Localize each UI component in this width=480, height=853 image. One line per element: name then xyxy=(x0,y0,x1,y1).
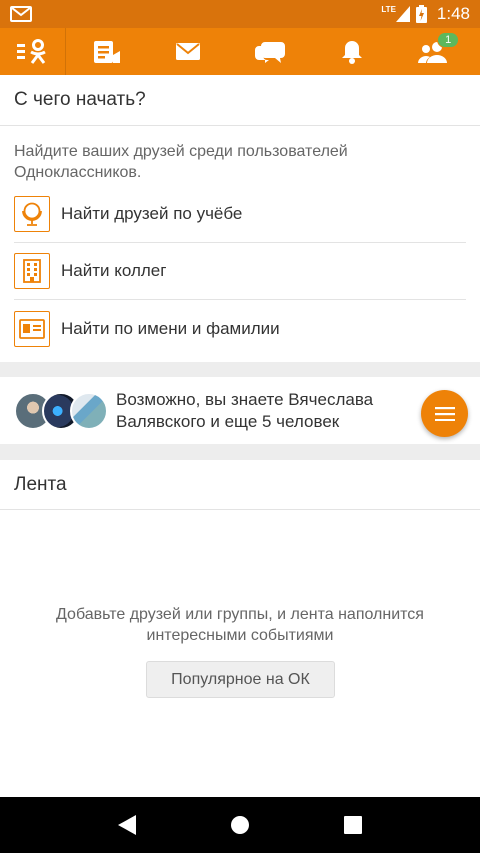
recents-button[interactable] xyxy=(333,805,373,845)
messages-button[interactable] xyxy=(164,28,212,75)
avatar xyxy=(70,391,108,430)
back-button[interactable] xyxy=(107,805,147,845)
section-divider xyxy=(0,444,480,460)
top-toolbar: 1 xyxy=(0,28,480,75)
popular-button[interactable]: Популярное на ОК xyxy=(146,661,335,698)
ok-logo-icon xyxy=(16,38,46,64)
start-description: Найдите ваших друзей среди пользователей… xyxy=(14,143,348,181)
section-title-start: С чего начать? xyxy=(0,75,480,126)
find-colleagues-label: Найти коллег xyxy=(61,261,167,280)
gmail-notification-icon xyxy=(10,6,32,22)
signal-icon xyxy=(395,6,410,22)
status-bar: LTE 1:48 xyxy=(0,0,480,28)
find-by-name-item[interactable]: Найти по имени и фамилии xyxy=(14,300,466,357)
find-by-name-label: Найти по имени и фамилии xyxy=(61,318,280,338)
id-card-icon xyxy=(14,310,50,347)
find-colleagues-item[interactable]: Найти коллег xyxy=(14,243,466,300)
suggested-avatars xyxy=(14,391,108,430)
battery-icon xyxy=(415,5,427,23)
home-icon xyxy=(230,816,249,834)
find-classmates-item[interactable]: Найти друзей по учёбе xyxy=(14,186,466,243)
notifications-button[interactable] xyxy=(328,28,376,75)
notification-badge: 1 xyxy=(437,32,460,48)
network-type: LTE xyxy=(381,4,396,14)
feed-icon xyxy=(93,40,120,63)
menu-fab-button[interactable] xyxy=(421,390,468,437)
hamburger-icon xyxy=(434,406,455,421)
discussions-button[interactable] xyxy=(246,28,294,75)
section-divider xyxy=(0,362,480,377)
find-classmates-label: Найти друзей по учёбе xyxy=(61,204,243,223)
building-icon xyxy=(14,253,50,289)
globe-icon xyxy=(14,196,50,232)
menu-logo-button[interactable] xyxy=(0,28,66,75)
suggestion-text: Возможно, вы знаете Вячеслава Валявского… xyxy=(116,389,374,431)
people-suggestion[interactable]: Возможно, вы знаете Вячеслава Валявского… xyxy=(0,377,480,444)
section-title-feed: Лента xyxy=(0,460,480,510)
system-nav-bar xyxy=(0,797,480,853)
home-button[interactable] xyxy=(220,805,260,845)
back-icon xyxy=(117,815,136,835)
messages-icon xyxy=(176,43,201,60)
clock: 1:48 xyxy=(436,4,470,23)
feed-button[interactable] xyxy=(83,28,131,75)
recents-icon xyxy=(344,816,363,834)
discussions-icon xyxy=(254,41,285,63)
find-friends-actions: Найти друзей по учёбе Найти коллег Найти… xyxy=(14,186,466,357)
friends-button[interactable]: 1 xyxy=(409,28,460,75)
notifications-icon xyxy=(341,40,362,64)
feed-empty-message: Добавьте друзей или группы, и лента напо… xyxy=(56,606,424,644)
